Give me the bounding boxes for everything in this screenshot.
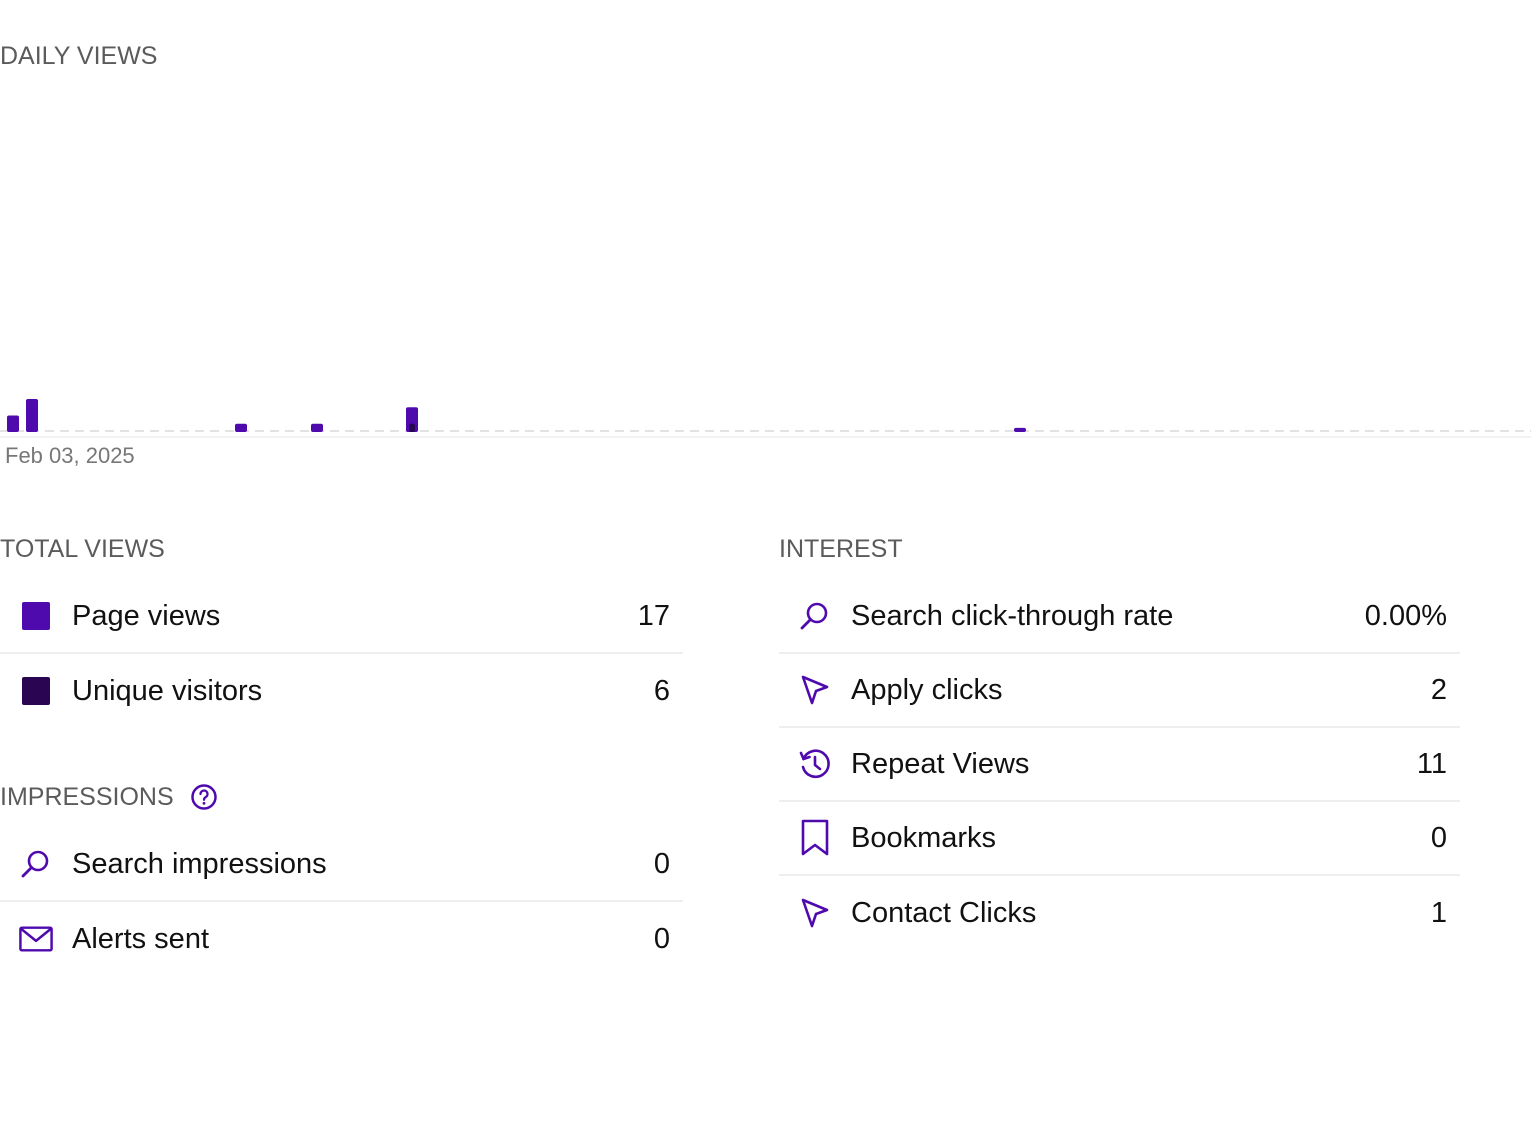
- page-views-swatch: [19, 599, 53, 633]
- contact-clicks-row: Contact Clicks 1: [779, 876, 1460, 950]
- daily-views-chart: [0, 90, 1531, 440]
- daily-views-title: DAILY VIEWS: [0, 42, 158, 70]
- contact-clicks-label: Contact Clicks: [851, 896, 1037, 929]
- chart-bar-page-views-day-53[interactable]: [1014, 427, 1026, 432]
- page-views-row: Page views 17: [0, 580, 683, 654]
- alerts-sent-label: Alerts sent: [72, 922, 209, 955]
- cursor-arrow-icon: [798, 673, 832, 707]
- alerts-sent-value: 0: [653, 922, 670, 955]
- unique-visitors-row: Unique visitors 6: [0, 654, 683, 728]
- repeat-views-label: Repeat Views: [851, 747, 1030, 780]
- bookmarks-value: 0: [1430, 821, 1447, 854]
- search-icon: [798, 599, 832, 633]
- unique-visitors-label: Unique visitors: [72, 674, 263, 707]
- total-views-panel: TOTAL VIEWS Page views 17 Unique visitor…: [0, 532, 683, 728]
- impressions-title-text: IMPRESSIONS: [0, 782, 174, 811]
- help-circle-icon[interactable]: [190, 783, 218, 811]
- history-clock-icon: [798, 747, 832, 781]
- search-icon: [19, 847, 53, 881]
- bookmarks-row: Bookmarks 0: [779, 802, 1460, 876]
- page-views-value: 17: [637, 599, 670, 632]
- contact-clicks-value: 1: [1430, 896, 1447, 929]
- ctr-value: 0.00%: [1364, 599, 1447, 632]
- daily-views-chart-svg: [0, 399, 1531, 438]
- apply-clicks-label: Apply clicks: [851, 673, 1003, 706]
- bookmarks-label: Bookmarks: [851, 821, 997, 854]
- apply-clicks-value: 2: [1430, 673, 1447, 706]
- chart-bar-page-views-day-0[interactable]: [7, 415, 19, 433]
- page-views-label: Page views: [72, 599, 221, 632]
- chart-bar-unique-visitors-day-21[interactable]: [409, 423, 415, 432]
- search-impressions-value: 0: [653, 847, 670, 880]
- repeat-views-value: 11: [1416, 747, 1447, 780]
- chart-bar-page-views-day-16[interactable]: [311, 423, 323, 432]
- ctr-row: Search click-through rate 0.00%: [779, 580, 1460, 654]
- chart-bar-page-views-day-12[interactable]: [235, 423, 247, 432]
- alerts-sent-row: Alerts sent 0: [0, 902, 683, 976]
- repeat-views-row: Repeat Views 11: [779, 728, 1460, 802]
- envelope-icon: [19, 922, 53, 956]
- bookmark-icon: [798, 819, 832, 856]
- chart-date-label: Feb 03, 2025: [5, 443, 135, 468]
- interest-panel: INTEREST Search click-through rate 0.00%…: [779, 532, 1460, 950]
- ctr-label: Search click-through rate: [851, 599, 1174, 632]
- impressions-panel: IMPRESSIONS Search impressions 0 Alerts …: [0, 780, 683, 976]
- chart-bar-page-views-day-1[interactable]: [26, 399, 38, 432]
- unique-visitors-swatch: [19, 674, 53, 708]
- unique-visitors-value: 6: [653, 674, 670, 707]
- search-impressions-label: Search impressions: [72, 847, 327, 880]
- search-impressions-row: Search impressions 0: [0, 828, 683, 902]
- cursor-arrow-icon: [798, 896, 832, 930]
- interest-title: INTEREST: [779, 534, 903, 563]
- total-views-title: TOTAL VIEWS: [0, 534, 165, 563]
- impressions-title: IMPRESSIONS: [0, 780, 683, 814]
- apply-clicks-row: Apply clicks 2: [779, 654, 1460, 728]
